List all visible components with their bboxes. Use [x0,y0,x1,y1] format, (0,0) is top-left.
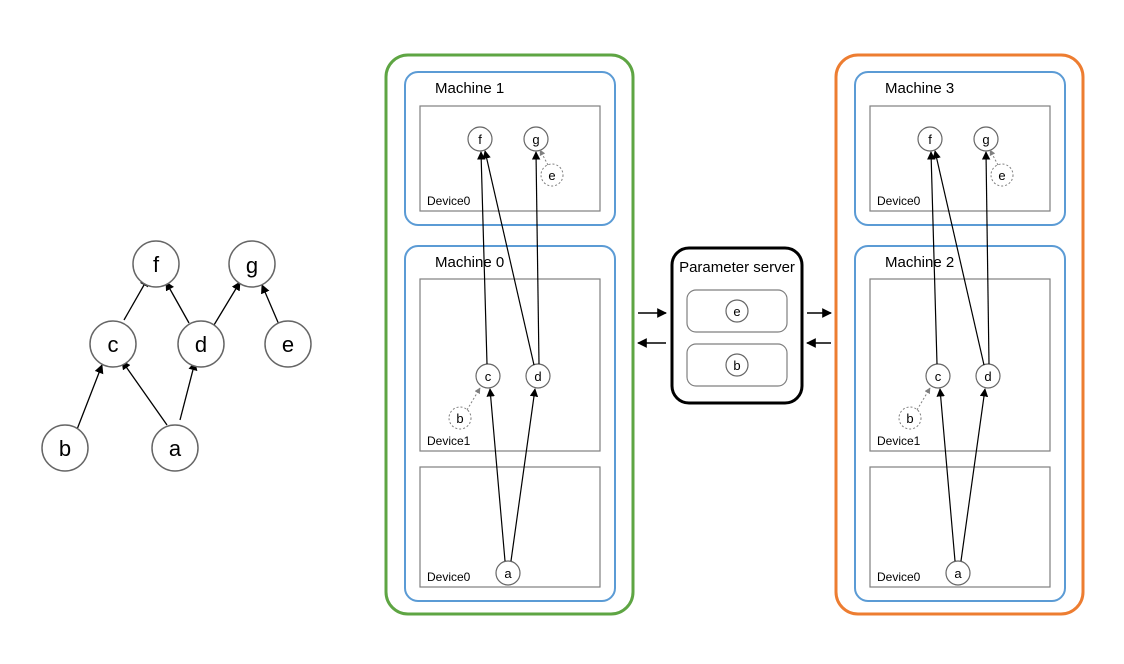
machine-0-title: Machine 0 [435,254,504,271]
param-e-label: e [733,304,740,319]
edge-d-f [166,282,189,323]
machine-2-title: Machine 2 [885,254,954,271]
node-a-label: a [169,436,182,461]
replica-right: Machine 3 Device0 f g e Machine 2 Device… [836,55,1083,614]
edge-d-g [214,282,240,325]
node-a: a [152,425,198,471]
parameter-server-title: Parameter server [679,259,795,276]
m2-edge-a-c [940,389,955,561]
m1-edge-e-g [540,150,548,165]
machine-2-device1-label: Device1 [877,434,921,448]
replica-left: Machine 1 Device0 f g e Machine 0 Device… [386,55,633,614]
m2-node-c-label: c [935,369,942,384]
node-e-label: e [282,332,294,357]
edge-e-g [262,285,280,327]
node-f-label: f [153,252,160,277]
machine-3-title: Machine 3 [885,80,954,97]
machine-0-device0-label: Device0 [427,570,471,584]
m0-node-d-label: d [534,369,541,384]
parameter-server: Parameter server e b [672,248,802,403]
edge-a-c [122,361,167,425]
node-e: e [265,321,311,367]
m3-node-f-label: f [928,132,932,147]
machine-1-title: Machine 1 [435,80,504,97]
m3-node-e-label: e [998,168,1005,183]
m1-node-e-label: e [548,168,555,183]
node-d-label: d [195,332,207,357]
node-f: f [133,241,179,287]
dag-graph: f g c d e b a [42,241,311,471]
diagram-canvas: f g c d e b a Mach [0,0,1124,664]
machine-2: Machine 2 Device1 Device0 c d b a [855,151,1065,601]
node-b: b [42,425,88,471]
machine-3: Machine 3 Device0 f g e [855,72,1065,225]
node-g: g [229,241,275,287]
node-c-label: c [108,332,119,357]
edge-b-c [76,365,102,432]
machine-1: Machine 1 Device0 f g e [405,72,615,225]
edge-d-g-right [986,152,989,364]
m2-node-a-label: a [954,566,962,581]
machine-0: Machine 0 Device1 Device0 c d b a [405,151,615,601]
node-b-label: b [59,436,71,461]
m0-node-a-label: a [504,566,512,581]
machine-2-device1 [870,279,1050,451]
edge-a-d [180,362,195,420]
m0-edge-a-c [490,389,505,561]
m0-node-c-label: c [485,369,492,384]
machine-0-device1 [420,279,600,451]
m0-edge-b-c [467,388,480,410]
machine-1-device0-label: Device0 [427,194,471,208]
machine-0-device1-label: Device1 [427,434,471,448]
node-d: d [178,321,224,367]
replica-left-border [386,55,633,614]
m0-edge-a-d [511,389,535,561]
m1-node-f-label: f [478,132,482,147]
m2-edge-b-c [917,388,930,410]
edge-d-g-left [536,152,539,364]
param-b-label: b [733,358,740,373]
m3-node-g-label: g [982,132,989,147]
node-c: c [90,321,136,367]
machine-3-device0-label: Device0 [877,194,921,208]
node-g-label: g [246,253,258,278]
m2-node-b-label: b [906,411,913,426]
m2-edge-a-d [961,389,985,561]
m2-node-d-label: d [984,369,991,384]
machine-2-device0-label: Device0 [877,570,921,584]
m1-node-g-label: g [532,132,539,147]
replica-right-border [836,55,1083,614]
m3-edge-e-g [990,150,998,165]
m0-node-b-label: b [456,411,463,426]
